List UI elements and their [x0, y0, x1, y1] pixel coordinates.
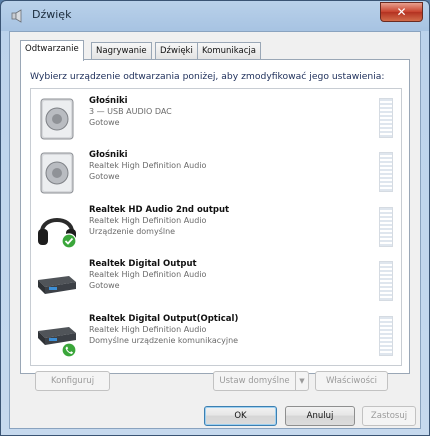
volume-meter	[379, 261, 393, 301]
volume-meter	[379, 207, 393, 247]
tab-sounds[interactable]: Dźwięki	[155, 42, 198, 60]
tab-playback[interactable]: Odtwarzanie	[20, 40, 84, 61]
device-item[interactable]: Głośniki Realtek High Definition Audio G…	[31, 147, 399, 197]
ok-button[interactable]: OK	[204, 406, 277, 426]
device-status: Gotowe	[89, 281, 120, 290]
communication-phone-icon	[61, 342, 77, 358]
title-bar[interactable]: Dźwięk ✕	[1, 1, 429, 31]
device-list[interactable]: Głośniki 3 — USB AUDIO DAC Gotowe Głośni…	[30, 88, 402, 366]
speaker-title-icon	[11, 9, 22, 23]
chevron-down-icon[interactable]: ▼	[295, 372, 308, 390]
device-description: Realtek High Definition Audio	[89, 325, 207, 334]
close-button[interactable]: ✕	[380, 2, 423, 22]
digital-output-icon	[38, 327, 77, 358]
device-status: Urządzenie domyślne	[89, 227, 176, 236]
device-description: Realtek High Definition Audio	[89, 161, 207, 170]
headphones-icon	[38, 218, 77, 249]
instruction-text: Wybierz urządzenie odtwarzania poniżej, …	[30, 71, 385, 82]
device-description: Realtek High Definition Audio	[89, 270, 207, 279]
configure-button[interactable]: Konfiguruj	[35, 371, 110, 391]
device-item[interactable]: Realtek HD Audio 2nd output Realtek High…	[31, 202, 399, 252]
volume-meter	[379, 98, 393, 138]
dialog-client-area: Odtwarzanie Nagrywanie Dźwięki Komunikac…	[9, 31, 421, 429]
device-item[interactable]: Głośniki 3 — USB AUDIO DAC Gotowe	[31, 93, 399, 143]
set-default-button[interactable]: Ustaw domyślne ▼	[213, 371, 309, 391]
tab-communications[interactable]: Komunikacja	[197, 42, 261, 60]
speaker-icon	[40, 152, 74, 194]
device-name: Realtek HD Audio 2nd output	[89, 205, 230, 215]
speaker-icon	[40, 98, 74, 140]
device-description: Realtek High Definition Audio	[89, 216, 207, 225]
device-name: Realtek Digital Output	[89, 259, 197, 269]
device-status: Domyślne urządzenie komunikacyjne	[89, 336, 239, 345]
set-default-label: Ustaw domyślne	[219, 376, 290, 386]
device-name: Realtek Digital Output(Optical)	[89, 314, 239, 324]
device-status: Gotowe	[89, 118, 120, 127]
digital-output-icon	[38, 276, 76, 294]
device-name: Głośniki	[89, 96, 128, 106]
device-description: 3 — USB AUDIO DAC	[89, 107, 172, 116]
tab-recording[interactable]: Nagrywanie	[91, 42, 152, 60]
volume-meter	[379, 152, 393, 192]
device-item[interactable]: Realtek Digital Output Realtek High Defi…	[31, 256, 399, 306]
device-item[interactable]: Realtek Digital Output(Optical) Realtek …	[31, 311, 399, 361]
window-title: Dźwięk	[32, 8, 72, 21]
device-status: Gotowe	[89, 172, 120, 181]
device-name: Głośniki	[89, 150, 128, 160]
cancel-button[interactable]: Anuluj	[285, 406, 355, 426]
playback-panel: Wybierz urządzenie odtwarzania poniżej, …	[20, 59, 410, 374]
apply-button[interactable]: Zastosuj	[362, 406, 416, 426]
sound-dialog-window: Dźwięk ✕ Odtwarzanie Nagrywanie Dźwięki …	[0, 0, 430, 436]
properties-button[interactable]: Właściwości	[315, 371, 388, 391]
default-check-icon	[61, 233, 77, 249]
volume-meter	[379, 316, 393, 356]
